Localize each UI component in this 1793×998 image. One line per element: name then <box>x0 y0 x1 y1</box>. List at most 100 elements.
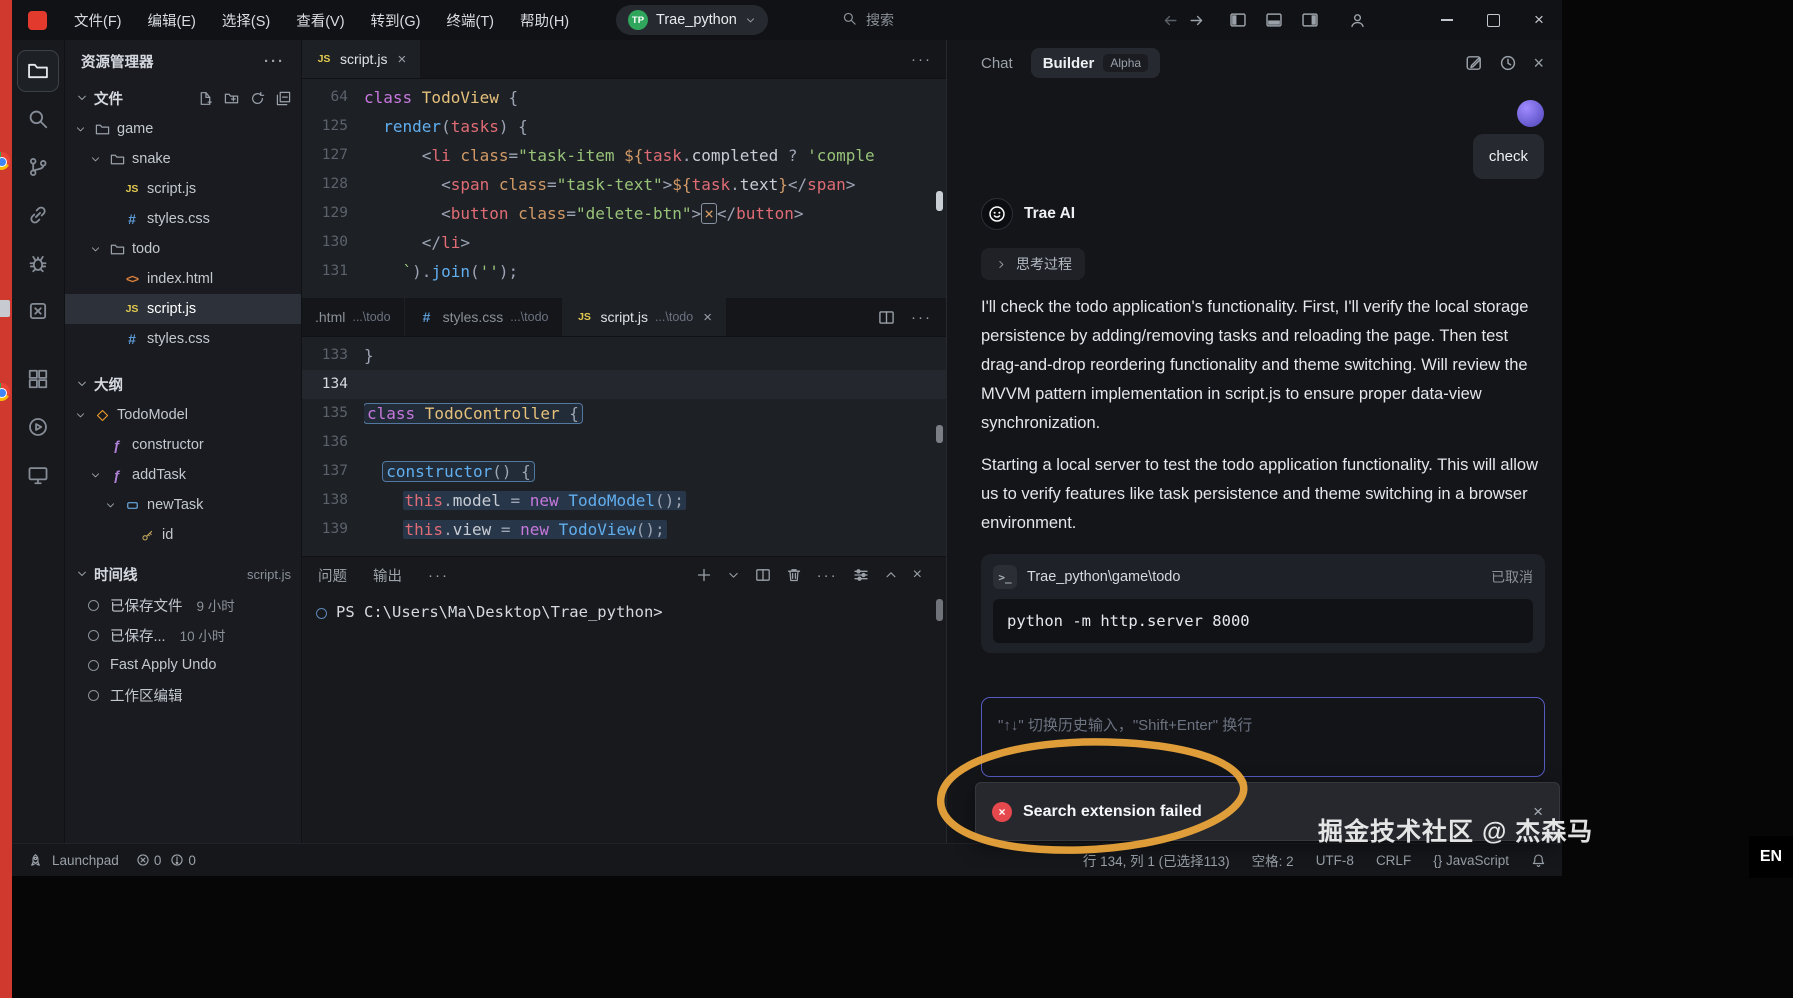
warning-count[interactable]: 0 <box>170 853 196 868</box>
code-editor-top[interactable]: 64class TodoView {125 render(tasks) {127… <box>302 79 946 298</box>
thinking-process-toggle[interactable]: 思考过程 <box>981 248 1085 280</box>
toggle-bottom-panel-button[interactable] <box>1263 11 1285 29</box>
toggle-right-panel-button[interactable] <box>1299 11 1321 29</box>
split-editor-icon[interactable] <box>878 309 895 326</box>
more-actions-icon[interactable]: ··· <box>911 309 932 326</box>
timeline-item[interactable]: 工作区编辑 <box>65 680 301 710</box>
trash-icon[interactable] <box>786 567 802 583</box>
close-button[interactable]: × <box>1516 0 1562 40</box>
minimize-button[interactable] <box>1424 0 1470 40</box>
chat-input-box[interactable] <box>981 697 1545 777</box>
outline-section-header[interactable]: 大纲 <box>65 368 301 400</box>
code-line[interactable]: 138 this.model = new TodoModel(); <box>302 486 946 515</box>
menu-item[interactable]: 查看(V) <box>283 10 357 31</box>
scrollbar-thumb[interactable] <box>936 599 943 621</box>
new-folder-icon[interactable] <box>224 91 239 106</box>
project-switcher[interactable]: TP Trae_python <box>616 5 768 35</box>
menu-item[interactable]: 编辑(E) <box>135 10 209 31</box>
activity-link-icon[interactable] <box>17 194 59 236</box>
new-file-icon[interactable] <box>198 91 213 106</box>
error-count[interactable]: 0 <box>136 853 162 868</box>
statusbar-item[interactable]: {} JavaScript <box>1433 853 1509 868</box>
menu-item[interactable]: 转到(G) <box>358 10 434 31</box>
close-panel-icon[interactable]: × <box>913 566 922 584</box>
outline-item[interactable]: ƒconstructor <box>65 430 301 460</box>
file-tree-item[interactable]: #styles.css <box>65 324 301 354</box>
activity-monitor-icon[interactable] <box>17 454 59 496</box>
close-tab-icon[interactable]: × <box>397 51 406 68</box>
activity-play-icon[interactable] <box>17 406 59 448</box>
more-actions-icon[interactable]: ··· <box>428 567 449 584</box>
statusbar-item[interactable]: 行 134, 列 1 (已选择113) <box>1083 850 1230 870</box>
code-line[interactable]: 130 </li> <box>302 228 946 257</box>
more-actions-icon[interactable]: ··· <box>911 51 932 68</box>
more-actions-icon[interactable]: ··· <box>817 567 838 584</box>
tab-styles.css[interactable]: #styles.css...\todo <box>405 298 563 336</box>
chat-input[interactable] <box>982 702 1544 748</box>
statusbar-item[interactable]: CRLF <box>1376 853 1411 868</box>
new-terminal-icon[interactable] <box>696 567 712 583</box>
activity-flask-icon[interactable] <box>17 290 59 332</box>
code-line[interactable]: 136 <box>302 428 946 457</box>
tab-builder[interactable]: Builder Alpha <box>1031 48 1160 78</box>
code-line[interactable]: 133} <box>302 341 946 370</box>
navigate-back-button[interactable] <box>1157 12 1183 29</box>
collapse-all-icon[interactable] <box>276 91 291 106</box>
tab-chat[interactable]: Chat <box>981 55 1013 72</box>
file-tree-item[interactable]: todo <box>65 234 301 264</box>
history-icon[interactable] <box>1499 54 1517 72</box>
code-line[interactable]: 64class TodoView { <box>302 83 946 112</box>
files-section-header[interactable]: 文件 <box>65 82 301 114</box>
statusbar-item[interactable]: 空格: 2 <box>1252 850 1294 870</box>
launchpad-button[interactable]: Launchpad <box>52 853 119 868</box>
outline-item[interactable]: newTask <box>65 490 301 520</box>
file-tree-item[interactable]: game <box>65 114 301 144</box>
panel-tab[interactable]: 输出 <box>373 565 402 586</box>
maximize-panel-icon[interactable] <box>884 568 898 582</box>
close-tab-icon[interactable]: × <box>703 309 712 326</box>
statusbar-item[interactable]: UTF-8 <box>1316 853 1354 868</box>
activity-grid-icon[interactable] <box>17 358 59 400</box>
activity-branch-icon[interactable] <box>17 146 59 188</box>
maximize-button[interactable] <box>1470 0 1516 40</box>
more-actions-icon[interactable]: ··· <box>264 53 285 70</box>
file-tree-item[interactable]: <>index.html <box>65 264 301 294</box>
close-panel-icon[interactable]: × <box>1533 53 1544 74</box>
terminal[interactable]: PS C:\Users\Ma\Desktop\Trae_python> <box>302 593 946 843</box>
file-tree-item[interactable]: JSscript.js <box>65 294 301 324</box>
tab-script.js[interactable]: JSscript.js...\todo× <box>563 298 726 336</box>
timeline-item[interactable]: Fast Apply Undo <box>65 650 301 680</box>
activity-search-icon[interactable] <box>17 98 59 140</box>
code-line[interactable]: 131 `).join(''); <box>302 257 946 286</box>
outline-item[interactable]: ƒaddTask <box>65 460 301 490</box>
code-line[interactable]: 137 constructor() { <box>302 457 946 486</box>
panel-tab[interactable]: 问题 <box>318 565 347 586</box>
menu-item[interactable]: 终端(T) <box>433 10 507 31</box>
code-line[interactable]: 125 render(tasks) { <box>302 112 946 141</box>
file-tree-item[interactable]: snake <box>65 144 301 174</box>
code-line[interactable]: 129 <button class="delete-btn">×</button… <box>302 199 946 228</box>
global-search[interactable]: 搜索 <box>842 0 894 40</box>
code-line[interactable]: 139 this.view = new TodoView(); <box>302 515 946 544</box>
navigate-forward-button[interactable] <box>1183 12 1209 29</box>
menu-item[interactable]: 选择(S) <box>209 10 283 31</box>
outline-item[interactable]: id <box>65 520 301 550</box>
account-icon[interactable] <box>1349 12 1366 29</box>
code-line[interactable]: 127 <li class="task-item ${task.complete… <box>302 141 946 170</box>
timeline-item[interactable]: 已保存文件9 小时 <box>65 590 301 620</box>
menu-item[interactable]: 帮助(H) <box>507 10 582 31</box>
scrollbar-thumb[interactable] <box>936 425 943 443</box>
refresh-icon[interactable] <box>250 91 265 106</box>
activity-files-icon[interactable] <box>17 50 59 92</box>
split-terminal-icon[interactable] <box>755 567 771 583</box>
file-tree-item[interactable]: #styles.css <box>65 204 301 234</box>
tab-script-js[interactable]: JS script.js × <box>302 40 420 78</box>
new-chat-icon[interactable] <box>1465 54 1483 72</box>
chevron-down-icon[interactable] <box>727 569 740 582</box>
toggle-left-panel-button[interactable] <box>1227 11 1249 29</box>
timeline-section-header[interactable]: 时间线 script.js <box>65 558 301 590</box>
scrollbar-thumb[interactable] <box>936 191 943 211</box>
bell-icon[interactable] <box>1531 853 1546 868</box>
filter-icon[interactable] <box>853 567 869 583</box>
code-line[interactable]: 128 <span class="task-text">${task.text}… <box>302 170 946 199</box>
